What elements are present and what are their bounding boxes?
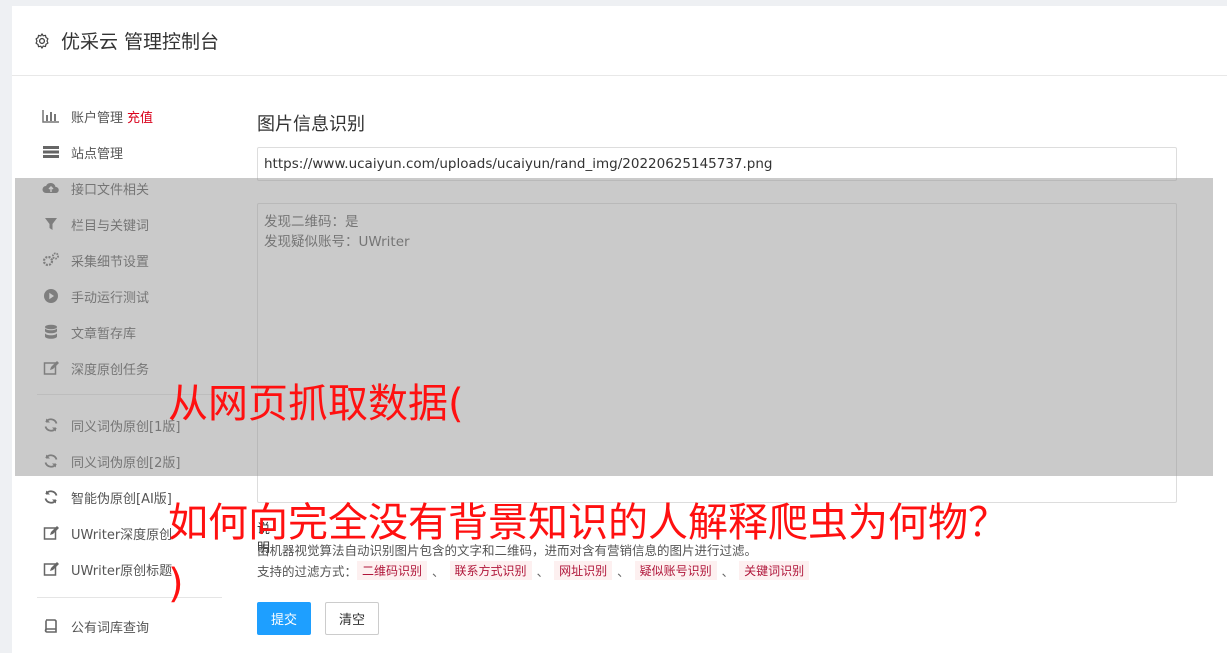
overlay-text-line1: 从网页抓取数据( (168, 381, 464, 427)
sidebar-item-label: 智能伪原创[AI版] (71, 491, 172, 507)
edit-icon (42, 524, 60, 542)
overlay-text-line3: ) (168, 561, 184, 607)
bar-chart-icon (42, 107, 60, 125)
gray-overlay (15, 178, 1213, 476)
filter-separator: 、 (432, 564, 445, 579)
refresh-icon (42, 488, 60, 506)
sidebar-item-public-lexicon[interactable]: 公有词库查询 (42, 612, 149, 640)
sidebar-item-ai-original[interactable]: 智能伪原创[AI版] (42, 483, 172, 511)
server-icon (42, 143, 60, 161)
submit-button[interactable]: 提交 (257, 602, 311, 635)
filter-separator: 、 (617, 564, 630, 579)
sidebar-divider (37, 597, 222, 598)
filter-tag: 联系方式识别 (449, 561, 532, 580)
filter-methods: 支持的过滤方式： 二维码识别 、 联系方式识别 、 网址识别 、 疑似账号识别 … (257, 561, 810, 580)
page-title: 优采云 管理控制台 (61, 31, 220, 53)
sidebar-item-uwriter-deep[interactable]: UWriter深度原创 (42, 519, 172, 547)
section-title: 图片信息识别 (257, 114, 365, 135)
sidebar-item-label: UWriter深度原创 (71, 527, 173, 543)
sidebar-item-label: UWriter原创标题 (71, 563, 173, 579)
sidebar-item-label: 站点管理 (71, 146, 124, 162)
sidebar-item-label: 公有词库查询 (71, 620, 150, 636)
sidebar-item-account[interactable]: 账户管理 充值 (42, 102, 153, 130)
edit-icon (42, 560, 60, 578)
filter-tag: 二维码识别 (357, 561, 428, 580)
filter-tag: 关键词识别 (739, 561, 810, 580)
filter-tag: 网址识别 (554, 561, 613, 580)
sidebar-item-sites[interactable]: 站点管理 (42, 138, 123, 166)
clear-button[interactable]: 清空 (325, 602, 379, 635)
gear-icon (33, 32, 51, 50)
filter-separator: 、 (536, 564, 550, 579)
image-url-input[interactable] (257, 147, 1177, 181)
filter-tag: 疑似账号识别 (634, 561, 717, 580)
top-bar: 优采云 管理控制台 (12, 6, 1227, 76)
book-icon (42, 617, 60, 635)
recharge-link[interactable]: 充值 (127, 107, 153, 126)
sidebar-item-uwriter-title[interactable]: UWriter原创标题 (42, 555, 172, 583)
filter-separator: 、 (721, 564, 735, 579)
overlay-text-line2: 如何向完全没有背景知识的人解释爬虫为何物？ (168, 500, 1008, 546)
filters-label: 支持的过滤方式： (257, 564, 358, 579)
sidebar-item-label: 账户管理 (71, 110, 124, 126)
